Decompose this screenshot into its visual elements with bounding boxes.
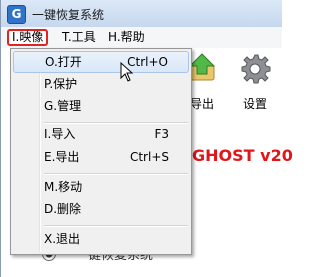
- window-title: 一键恢复系统: [32, 8, 105, 22]
- settings-label: 设置: [242, 97, 267, 111]
- menu-item-label: P.保护: [44, 77, 78, 91]
- menu-separator: [44, 173, 188, 175]
- settings-button[interactable]: 设置: [235, 52, 275, 112]
- image-dropdown-menu: O.打开 Ctrl+O P.保护 G.管理 I.导入 F3 E.导出 Ctrl+…: [10, 48, 192, 255]
- menu-item-protect[interactable]: P.保护: [13, 73, 189, 95]
- menu-separator: [44, 225, 188, 227]
- title-bar: G 一键恢复系统: [1, 0, 282, 28]
- gear-icon: [241, 54, 271, 84]
- menu-item-shortcut: F3: [154, 127, 169, 141]
- menu-item-open[interactable]: O.打开 Ctrl+O: [13, 51, 189, 73]
- menu-bar: I.映像 T.工具 H.帮助: [1, 27, 282, 49]
- menu-item-label: M.移动: [44, 180, 83, 194]
- menu-item-label: D.删除: [44, 202, 82, 216]
- menu-item-label: E.导出: [44, 150, 80, 164]
- app-window: G 一键恢复系统 I.映像 T.工具 H.帮助 导出 设置 GHOST v20: [0, 0, 293, 277]
- menu-item-label: X.退出: [44, 232, 81, 246]
- menu-help[interactable]: H.帮助: [105, 29, 148, 46]
- mouse-cursor-icon: [120, 62, 134, 82]
- menu-item-import[interactable]: I.导入 F3: [13, 123, 189, 145]
- menu-item-label: O.打开: [45, 55, 82, 69]
- menu-item-manage[interactable]: G.管理: [13, 95, 189, 117]
- menu-item-exit[interactable]: X.退出: [13, 228, 189, 250]
- menu-tools[interactable]: T.工具: [59, 29, 99, 46]
- ghost-version-title: GHOST v20: [192, 146, 293, 165]
- menu-item-label: G.管理: [44, 99, 82, 113]
- menu-item-delete[interactable]: D.删除: [13, 198, 189, 220]
- app-logo-icon: G: [7, 5, 26, 24]
- menu-image[interactable]: I.映像: [7, 29, 49, 46]
- menu-item-move[interactable]: M.移动: [13, 176, 189, 198]
- menu-item-label: I.导入: [44, 127, 76, 141]
- menu-item-export[interactable]: E.导出 Ctrl+S: [13, 146, 189, 168]
- menu-item-shortcut: Ctrl+S: [129, 150, 169, 164]
